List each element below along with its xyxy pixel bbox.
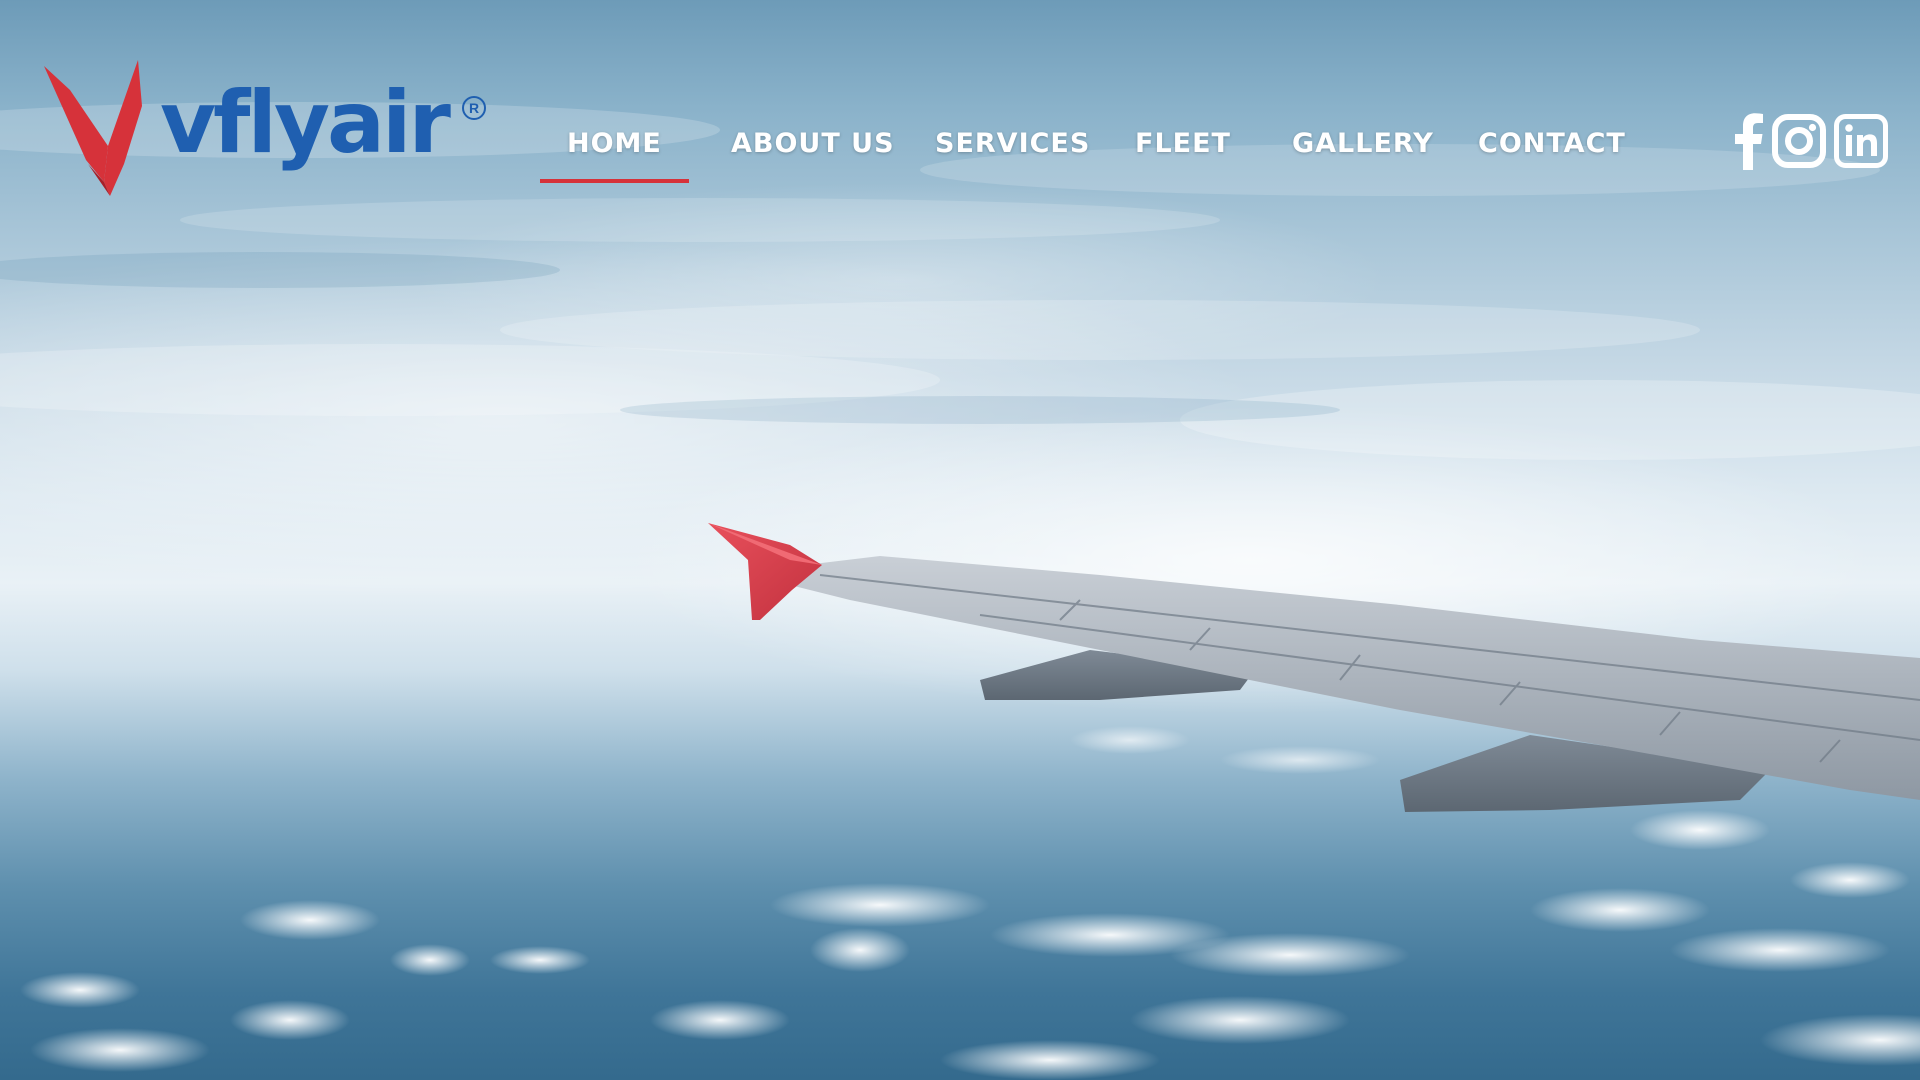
nav-item-label: ABOUT US <box>731 128 895 159</box>
brand-logo[interactable]: vflyair R <box>44 56 494 196</box>
linkedin-link[interactable] <box>1834 112 1888 170</box>
nav-item-gallery[interactable]: GALLERY <box>1292 128 1434 188</box>
hero-background: vflyair R HOME ABOUT US SERVICES FLEET G… <box>0 0 1920 1080</box>
registered-mark: R <box>462 96 486 120</box>
nav-item-label: SERVICES <box>935 128 1091 159</box>
facebook-link[interactable] <box>1734 112 1764 170</box>
linkedin-icon <box>1834 114 1888 168</box>
nav-item-label: GALLERY <box>1292 128 1434 159</box>
main-nav: HOME ABOUT US SERVICES FLEET GALLERY CON… <box>540 128 1640 188</box>
nav-item-about-us[interactable]: ABOUT US <box>731 128 895 188</box>
logo-mark-icon <box>44 60 142 196</box>
brand-name: vflyair <box>160 73 451 173</box>
nav-item-label: CONTACT <box>1478 128 1626 159</box>
facebook-icon <box>1735 113 1763 170</box>
nav-item-contact[interactable]: CONTACT <box>1478 128 1626 188</box>
instagram-link[interactable] <box>1772 112 1826 170</box>
nav-item-label: HOME <box>567 128 662 159</box>
nav-item-services[interactable]: SERVICES <box>935 128 1090 188</box>
instagram-icon <box>1772 114 1826 168</box>
nav-item-fleet[interactable]: FLEET <box>1135 128 1231 188</box>
nav-item-home[interactable]: HOME <box>540 128 689 188</box>
nav-item-label: FLEET <box>1135 128 1231 159</box>
active-nav-underline <box>540 179 689 183</box>
